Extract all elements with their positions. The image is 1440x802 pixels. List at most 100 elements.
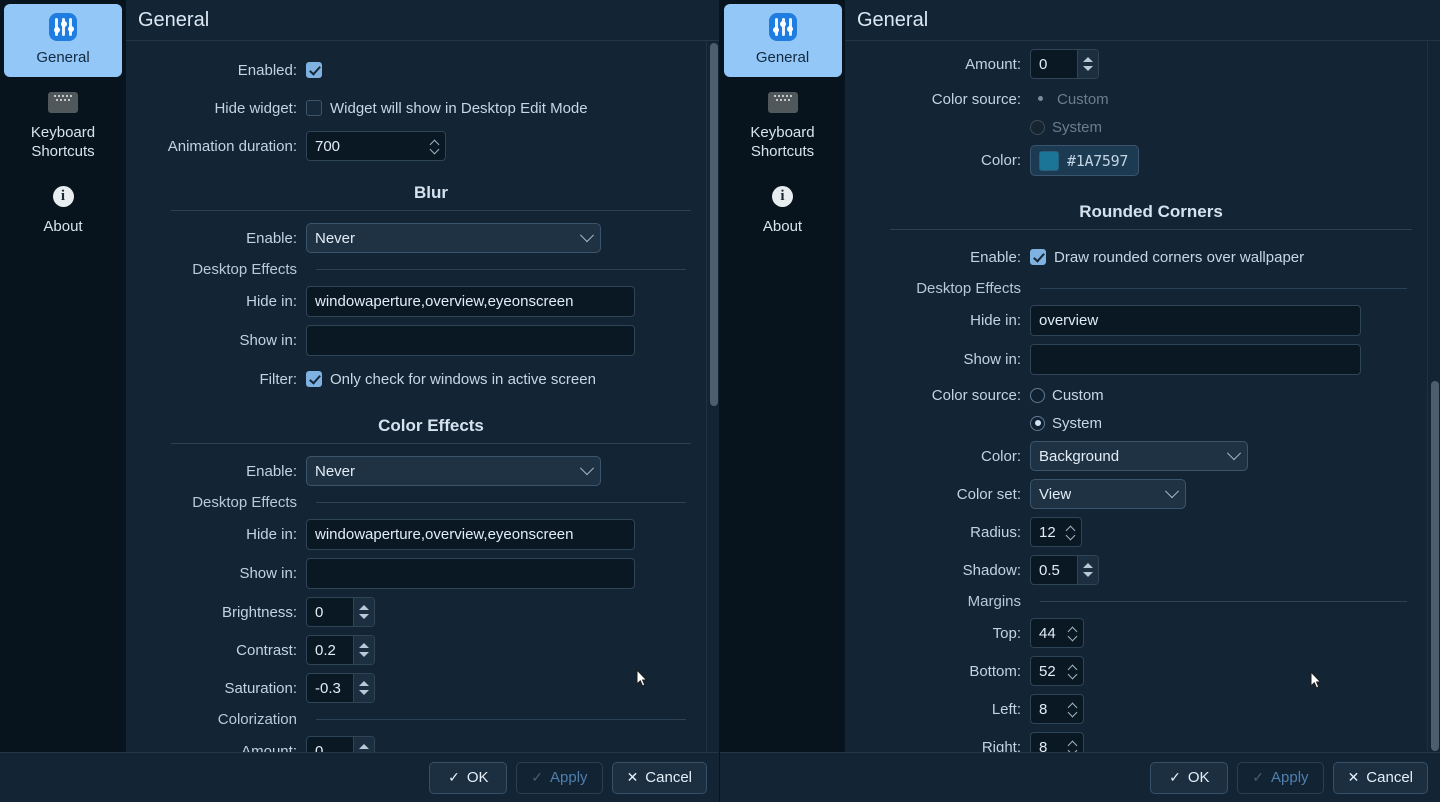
saturation-spinbox[interactable]: -0.3 — [306, 673, 375, 703]
spin-up-icon[interactable] — [359, 744, 369, 749]
cancel-button[interactable]: ✕ Cancel — [611, 761, 707, 794]
spin-up-icon[interactable] — [1069, 703, 1077, 708]
saturation-label: Saturation: — [224, 679, 297, 697]
rc-hide-in-value: overview — [1039, 312, 1099, 329]
spin-up-icon[interactable] — [1083, 563, 1093, 568]
rc-show-in-label: Show in: — [963, 351, 1021, 368]
rc-custom-radio[interactable] — [1030, 387, 1045, 403]
spin-down-icon[interactable] — [1069, 635, 1077, 640]
spin-arrows[interactable] — [1065, 526, 1077, 539]
spin-up-icon[interactable] — [359, 681, 369, 686]
right-scrollbar-thumb[interactable] — [1431, 381, 1439, 751]
rc-show-in-input[interactable] — [1030, 344, 1361, 375]
spin-buttons[interactable] — [353, 636, 374, 664]
spin-arrows[interactable] — [1067, 703, 1079, 716]
section-divider — [890, 229, 1412, 230]
sidebar-item-general[interactable]: General — [723, 4, 842, 77]
spin-down-icon[interactable] — [1083, 572, 1093, 577]
sidebar-item-about[interactable]: i About — [4, 173, 122, 246]
blur-filter-text: Only check for windows in active screen — [330, 370, 596, 388]
colorization-amount-spinbox[interactable]: 0 — [1030, 49, 1099, 79]
contrast-label: Contrast: — [236, 641, 297, 659]
margin-right-spinbox[interactable]: 8 — [1030, 732, 1084, 752]
spin-up-icon[interactable] — [431, 140, 439, 145]
blur-enable-combobox[interactable]: Never — [306, 223, 601, 253]
spin-up-icon[interactable] — [1083, 57, 1093, 62]
enabled-checkbox[interactable] — [306, 62, 322, 78]
ce-show-in-input[interactable] — [306, 558, 635, 589]
spin-buttons[interactable] — [353, 674, 374, 702]
animation-duration-spinbox[interactable]: 700 — [306, 131, 446, 161]
ce-hide-in-input[interactable]: windowaperture,overview,eyeonscreen — [306, 519, 635, 550]
spin-up-icon[interactable] — [359, 605, 369, 610]
right-scroll-area[interactable]: Amount: 0 Color source: Custom System Co… — [845, 41, 1440, 752]
rc-enable-checkbox[interactable] — [1030, 249, 1046, 265]
left-scrollbar[interactable] — [706, 41, 719, 752]
blur-hide-in-input[interactable]: windowaperture,overview,eyeonscreen — [306, 286, 635, 317]
row-brightness: Brightness: 0 — [126, 597, 691, 627]
colorization-custom-radio[interactable] — [1033, 92, 1048, 107]
color-picker-button[interactable]: #1A7597 — [1030, 145, 1140, 176]
cancel-button[interactable]: ✕ Cancel — [1332, 761, 1428, 794]
spin-arrows[interactable] — [1067, 627, 1079, 640]
ok-button[interactable]: ✓ OK — [429, 761, 508, 794]
colorization-amount-spinbox[interactable]: 0 — [306, 736, 375, 752]
rc-color-combobox[interactable]: Background — [1030, 441, 1248, 471]
ce-enable-combobox[interactable]: Never — [306, 456, 601, 486]
colorization-amount-label: Amount: — [965, 55, 1021, 73]
spin-up-icon[interactable] — [1069, 741, 1077, 746]
hide-widget-checkbox[interactable] — [306, 100, 322, 116]
spin-buttons[interactable] — [1077, 556, 1098, 584]
spin-up-icon[interactable] — [1067, 526, 1075, 531]
row-ce-show-in: Show in: — [126, 558, 691, 589]
ok-button[interactable]: ✓ OK — [1150, 761, 1229, 794]
blur-show-in-input[interactable] — [306, 325, 635, 356]
left-scrollbar-thumb[interactable] — [710, 43, 718, 406]
spin-arrows[interactable] — [429, 140, 441, 153]
brightness-spinbox[interactable]: 0 — [306, 597, 375, 627]
spin-down-icon[interactable] — [1069, 711, 1077, 716]
colorization-system-radio[interactable] — [1030, 119, 1045, 135]
rc-color-set-combobox[interactable]: View — [1030, 479, 1186, 509]
sidebar-item-general[interactable]: General — [4, 4, 122, 77]
apply-button[interactable]: ✓ Apply — [516, 761, 603, 794]
spin-down-icon[interactable] — [431, 148, 439, 153]
spin-up-icon[interactable] — [359, 643, 369, 648]
apply-button[interactable]: ✓ Apply — [1237, 761, 1324, 794]
spin-down-icon[interactable] — [1083, 66, 1093, 71]
rc-shadow-spinbox[interactable]: 0.5 — [1030, 555, 1099, 585]
right-scrollbar[interactable] — [1427, 41, 1440, 752]
margins-subsection: Margins — [845, 593, 1412, 610]
colorization-color-source-label: Color source: — [931, 90, 1021, 108]
spin-down-icon[interactable] — [359, 690, 369, 695]
spin-buttons[interactable] — [353, 598, 374, 626]
blur-desktop-effects-label: Desktop Effects — [192, 261, 297, 278]
margin-bottom-spinbox[interactable]: 52 — [1030, 656, 1084, 686]
spin-buttons[interactable] — [353, 737, 374, 752]
left-scroll-area[interactable]: Enabled: Hide widget: Widget will show i… — [126, 41, 719, 752]
spin-arrows[interactable] — [1067, 665, 1079, 678]
spin-down-icon[interactable] — [1069, 673, 1077, 678]
rc-system-radio[interactable] — [1030, 415, 1045, 431]
spin-down-icon[interactable] — [1067, 534, 1075, 539]
sidebar-item-keyboard-shortcuts[interactable]: Keyboard Shortcuts — [4, 79, 122, 171]
sidebar-item-keyboard-shortcuts[interactable]: Keyboard Shortcuts — [724, 79, 842, 171]
spin-down-icon[interactable] — [359, 652, 369, 657]
row-margin-bottom: Bottom: 52 — [845, 656, 1412, 686]
spin-down-icon[interactable] — [1069, 749, 1077, 753]
spin-arrows[interactable] — [1067, 741, 1079, 753]
spin-buttons[interactable] — [1077, 50, 1098, 78]
rc-hide-in-input[interactable]: overview — [1030, 305, 1361, 336]
margin-left-spinbox[interactable]: 8 — [1030, 694, 1084, 724]
apply-button-label: Apply — [550, 769, 588, 786]
sidebar-item-about[interactable]: i About — [724, 173, 842, 246]
spin-down-icon[interactable] — [359, 614, 369, 619]
margin-top-spinbox[interactable]: 44 — [1030, 618, 1084, 648]
contrast-spinbox[interactable]: 0.2 — [306, 635, 375, 665]
blur-filter-checkbox[interactable] — [306, 371, 322, 387]
spin-up-icon[interactable] — [1069, 627, 1077, 632]
spin-up-icon[interactable] — [1069, 665, 1077, 670]
rc-radius-spinbox[interactable]: 12 — [1030, 517, 1082, 547]
rc-shadow-label: Shadow: — [962, 561, 1021, 579]
right-window-body: General Keyboard Shortcuts i About Gener… — [720, 0, 1440, 752]
